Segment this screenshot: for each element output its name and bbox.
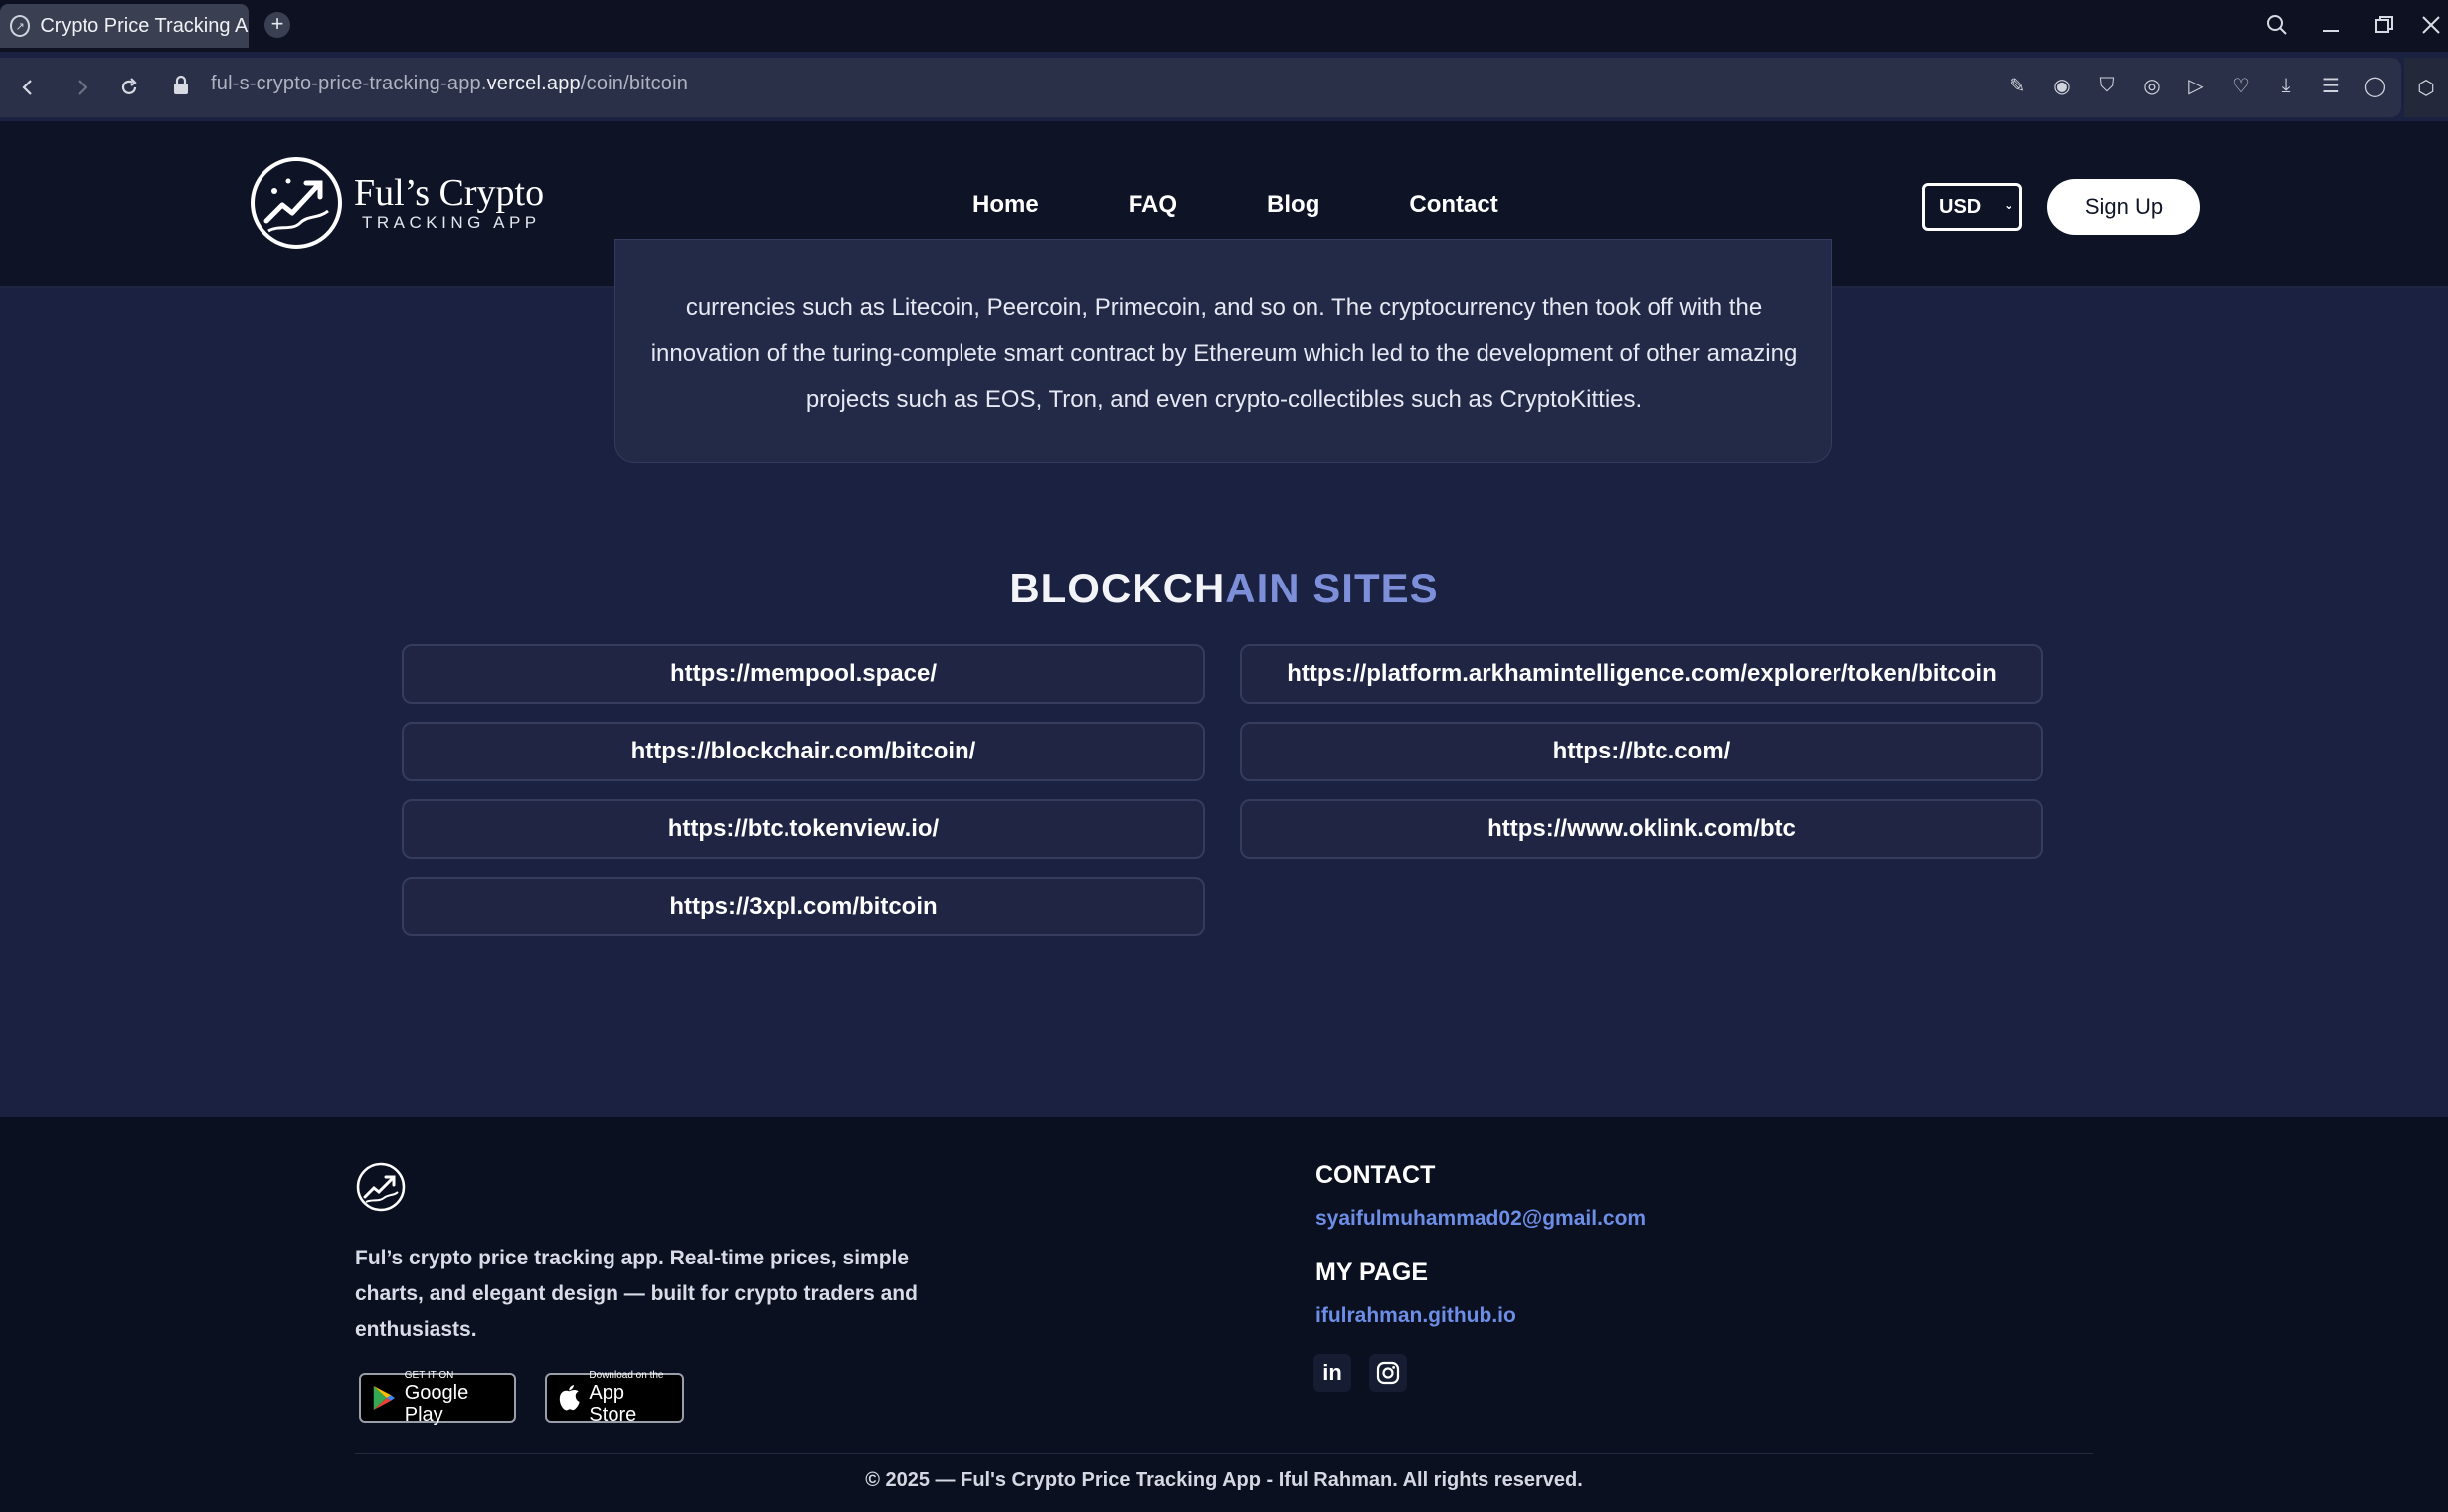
url-path: /coin/bitcoin [580,73,689,94]
heart-icon[interactable]: ♡ [2228,72,2254,99]
back-icon[interactable] [12,72,44,103]
chevron-down-icon: ⌄ [2003,198,2013,212]
currency-value: USD [1939,195,1982,218]
browser-tab[interactable]: ↗ Crypto Price Tracking App [0,4,249,48]
app-store-badge[interactable]: Download on the App Store [545,1370,684,1426]
site-logo[interactable]: Ful’s Crypto TRACKING APP [249,155,544,251]
translate-icon[interactable]: ◎ [2139,72,2165,99]
footer-divider [355,1453,2093,1454]
coin-description-text: currencies such as Litecoin, Peercoin, P… [650,294,1798,413]
blockchain-sites-title: BLOCKCHAIN SITES [0,565,2448,612]
title-part-2: AIN SITES [1225,565,1439,611]
blockchain-link[interactable]: https://blockchair.com/bitcoin/ [402,722,1205,781]
coin-description-card: currencies such as Litecoin, Peercoin, P… [614,239,1832,463]
nav-home[interactable]: Home [972,191,1039,219]
contact-heading: CONTACT [1315,1161,1436,1189]
restore-icon[interactable] [2362,8,2406,42]
copyright-text: © 2025 — Ful's Crypto Price Tracking App… [865,1469,1583,1491]
search-tabs-icon[interactable] [2255,8,2299,42]
blockchain-link[interactable]: https://3xpl.com/bitcoin [402,877,1205,936]
site-footer: Ful’s crypto price tracking app. Real-ti… [0,1117,2448,1512]
browser-tab-bar: ↗ Crypto Price Tracking App + [0,0,2448,52]
blockchain-link[interactable]: https://www.oklink.com/btc [1240,799,2043,859]
tab-title: Crypto Price Tracking App [40,14,249,37]
extensions-icon[interactable]: ⬡ [2404,58,2448,117]
url-text[interactable]: ful-s-crypto-price-tracking-app.vercel.a… [211,73,688,95]
profile-icon[interactable]: ◯ [2362,72,2388,99]
currency-select[interactable]: USD ⌄ [1922,183,2022,231]
google-play-big-text: Google Play [404,1382,469,1426]
shield-icon[interactable]: ⛉ [2094,72,2120,99]
lock-icon[interactable] [171,74,193,99]
blockchain-link[interactable]: https://btc.tokenview.io/ [402,799,1205,859]
logo-subtitle: TRACKING APP [362,213,541,232]
apple-icon [559,1384,580,1411]
edit-icon[interactable]: ✎ [2005,72,2030,99]
blockchain-link[interactable]: https://platform.arkhamintelligence.com/… [1240,644,2043,704]
camera-icon[interactable]: ◉ [2049,72,2075,99]
forward-icon[interactable] [66,72,97,103]
url-host: vercel.app [486,73,581,94]
minimize-icon[interactable] [2309,8,2353,42]
blockchain-link[interactable]: https://btc.com/ [1240,722,2043,781]
google-play-badge[interactable]: GET IT ON Google Play [359,1370,516,1426]
nav-blog[interactable]: Blog [1267,191,1319,219]
new-tab-button[interactable]: + [264,12,290,38]
sign-up-button[interactable]: Sign Up [2047,179,2200,235]
url-prefix: ful-s-crypto-price-tracking-app. [211,73,487,94]
logo-mark-icon [251,157,342,249]
download-icon[interactable]: ⤓ [2273,72,2299,99]
tab-favicon-icon: ↗ [10,15,31,37]
instagram-icon[interactable] [1369,1354,1407,1392]
send-icon[interactable]: ▷ [2184,72,2209,99]
reload-icon[interactable] [113,72,145,103]
footer-logo-icon[interactable] [355,1161,407,1213]
app-store-small-text: Download on the [589,1370,664,1381]
menu-icon[interactable]: ☰ [2318,72,2344,99]
close-icon[interactable] [2414,8,2448,42]
contact-email-link[interactable]: syaifulmuhammad02@gmail.com [1315,1207,1646,1231]
my-page-heading: MY PAGE [1315,1259,1428,1286]
google-play-icon [373,1386,395,1410]
footer-description: Ful’s crypto price tracking app. Real-ti… [355,1247,918,1341]
app-store-big-text: App Store [589,1382,637,1426]
linkedin-icon[interactable]: in [1313,1354,1351,1392]
nav-faq[interactable]: FAQ [1129,191,1177,219]
my-page-link[interactable]: ifulrahman.github.io [1315,1304,1516,1328]
logo-name: Ful’s Crypto [354,172,545,214]
google-play-small-text: GET IT ON [404,1370,454,1381]
title-part-1: BLOCKCH [1009,565,1226,611]
main-nav: Home FAQ Blog Contact [972,191,1588,219]
blockchain-link[interactable]: https://mempool.space/ [402,644,1205,704]
browser-toolbar: ✎ ◉ ⛉ ◎ ▷ ♡ ⤓ ☰ ◯ [2005,72,2388,99]
nav-contact[interactable]: Contact [1409,191,1497,219]
